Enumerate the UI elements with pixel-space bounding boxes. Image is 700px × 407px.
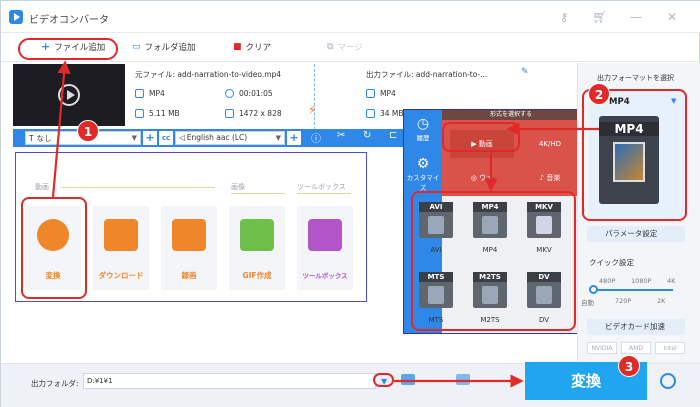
annotation-arrows: [51, 60, 599, 388]
step-1-badge: 1: [77, 120, 99, 142]
step-2-badge: 2: [588, 83, 610, 105]
step-3-badge: 3: [618, 355, 640, 377]
app-window: ビデオコンバータ ⚷ 🛒︎ — ✕ + ファイル追加 ▭ フォルダ追加 ■ クリ…: [0, 0, 700, 407]
